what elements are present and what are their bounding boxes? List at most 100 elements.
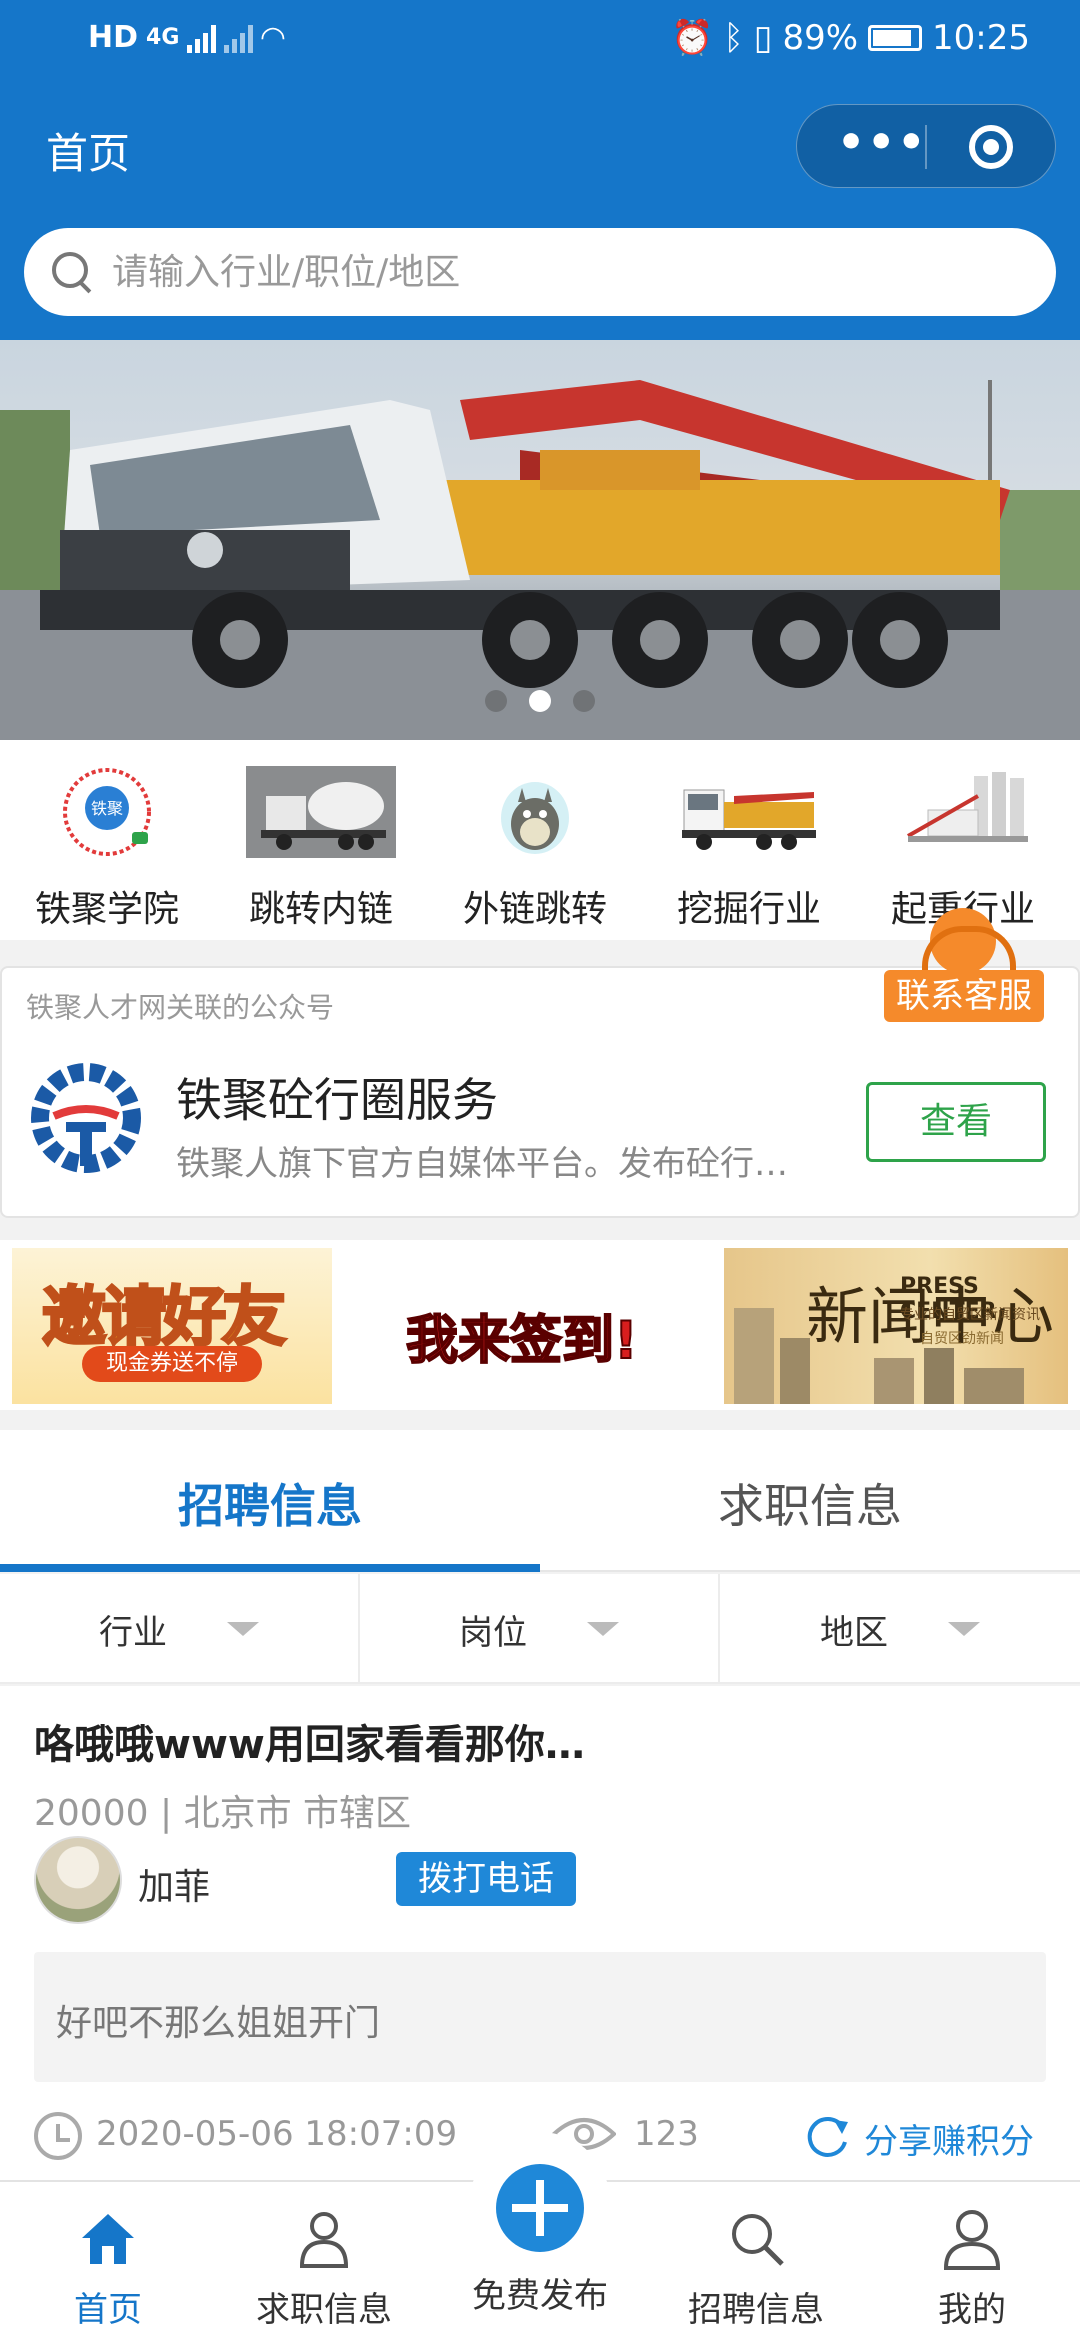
checkin-banner[interactable]: 我来签到! (350, 1248, 710, 1404)
caret-down-icon (227, 1622, 259, 1636)
content-tabs: 招聘信息 求职信息 (0, 1430, 1080, 1572)
filter-label: 地区 (820, 1612, 888, 1653)
page: HD 4G ◠ ⏰ ᛒ ▯ 89% 10:25 首页 ••• 请输入行业/职位/… (0, 0, 1080, 2340)
page-title: 首页 (46, 129, 131, 178)
search-doc-icon (724, 2206, 788, 2270)
filter-position[interactable]: 岗位 (360, 1574, 720, 1684)
search-area (0, 214, 1080, 340)
tabbar-job-seeking[interactable]: 求职信息 (216, 2206, 432, 2331)
mixer-truck-image (246, 766, 396, 858)
avatar (34, 1836, 122, 1924)
home-icon (76, 2206, 140, 2270)
clock-time: 10:25 (932, 18, 1030, 58)
target-circle-icon[interactable] (969, 125, 1013, 169)
battery-icon (868, 25, 923, 51)
tab-recruitment[interactable]: 招聘信息 (0, 1470, 540, 1536)
carousel-dot-active[interactable] (529, 690, 551, 712)
poster-name: 加菲 (138, 1867, 211, 1908)
promo-row: 邀请好友 现金券送不停 我来签到! 新闻中心 PRESS CENTER 专业的自… (0, 1240, 1080, 1410)
filter-bar: 行业 岗位 地区 (0, 1574, 1080, 1684)
more-dots-icon[interactable]: ••• (837, 121, 927, 165)
filter-region[interactable]: 地区 (720, 1574, 1080, 1684)
filter-label: 岗位 (459, 1612, 527, 1653)
vibrate-icon: ▯ (753, 18, 773, 58)
official-account-description: 铁聚人旗下官方自媒体平台。发布砼行… (176, 1144, 788, 1184)
signal-icon (187, 23, 217, 53)
checkin-title: 我来签到! (405, 1310, 639, 1372)
search-icon (52, 252, 92, 292)
tabbar-recruitment[interactable]: 招聘信息 (648, 2206, 864, 2331)
news-center-banner[interactable]: 新闻中心 PRESS CENTER 专业的自贸区新闻资讯 自贸区劲新闻 (724, 1248, 1068, 1404)
plus-icon[interactable] (496, 2164, 584, 2252)
tabbar-label: 我的 (938, 2290, 1006, 2330)
view-button[interactable]: 查看 (866, 1082, 1046, 1162)
job-time: 2020-05-06 18:07:09 (96, 2114, 458, 2154)
news-tag: 自贸区劲新闻 (920, 1331, 1004, 1347)
share-points-link[interactable]: 分享赚积分 (864, 2114, 1034, 2163)
signal-2-icon (224, 23, 254, 53)
tabbar-label: 招聘信息 (688, 2290, 824, 2330)
official-account-subtitle: 铁聚人才网关联的公众号 (26, 991, 335, 1024)
tabbar-label: 求职信息 (256, 2290, 392, 2330)
search-input[interactable] (112, 251, 1012, 293)
user-icon (940, 2206, 1004, 2270)
category-label: 跳转内链 (248, 889, 393, 930)
banner-carousel[interactable] (0, 340, 1080, 740)
share-icon[interactable] (802, 2112, 852, 2162)
caret-down-icon (948, 1622, 980, 1636)
tabbar-label: 免费发布 (472, 2276, 608, 2316)
svg-text:铁聚: 铁聚 (91, 799, 123, 818)
capsule-divider (925, 125, 927, 169)
network-label: 4G (146, 25, 180, 50)
invite-title: 邀请好友 (41, 1280, 288, 1357)
caret-down-icon (587, 1622, 619, 1636)
job-description: 好吧不那么姐姐开门 (34, 1952, 1046, 2082)
meta-divider: | (159, 1793, 184, 1834)
tab-active-indicator (0, 1564, 540, 1572)
category-internal-link[interactable]: 跳转内链 (214, 740, 428, 940)
nav-bar: 首页 ••• (0, 82, 1080, 214)
call-button[interactable]: 拨打电话 (396, 1852, 576, 1906)
official-account-logo (24, 1056, 148, 1180)
category-label: 外链跳转 (462, 889, 607, 930)
person-icon (292, 2206, 356, 2270)
job-listing-card[interactable]: 咯哦哦www用回家看看那你… 20000 | 北京市 市辖区 加菲 拨打电话 好… (0, 1686, 1080, 2180)
hd-icon: HD (88, 20, 139, 55)
news-small-text: 专业的自贸区新闻资讯 (900, 1307, 1040, 1323)
tabbar-publish[interactable]: 免费发布 (432, 2268, 648, 2317)
job-location: 北京市 市辖区 (183, 1793, 412, 1834)
category-academy[interactable]: 铁聚 铁聚学院 (0, 740, 214, 940)
silo-plant-image (888, 766, 1038, 858)
truck-illustration (0, 380, 1080, 740)
carousel-dot[interactable] (573, 690, 595, 712)
clock-icon (34, 2112, 82, 2160)
academy-logo: 铁聚 (32, 766, 182, 858)
headset-agent-icon (922, 908, 1016, 974)
tab-job-seeking[interactable]: 求职信息 (540, 1470, 1080, 1536)
job-meta: 20000 | 北京市 市辖区 (34, 1784, 411, 1836)
tabbar-label: 首页 (74, 2290, 142, 2330)
customer-service-button[interactable]: 联系客服 (884, 908, 1044, 1028)
status-right: ⏰ ᛒ ▯ 89% 10:25 (671, 18, 1030, 58)
tabbar-home[interactable]: 首页 (0, 2206, 216, 2331)
official-account-name: 铁聚砼行圈服务 (176, 1073, 498, 1127)
alarm-icon: ⏰ (670, 18, 714, 58)
view-count: 123 (634, 2114, 699, 2154)
invite-friends-banner[interactable]: 邀请好友 现金券送不停 (12, 1248, 332, 1404)
status-left: HD 4G ◠ (88, 20, 284, 55)
category-excavation[interactable]: 挖掘行业 (642, 740, 856, 940)
category-external-link[interactable]: 外链跳转 (428, 740, 642, 940)
category-label: 挖掘行业 (676, 889, 821, 930)
carousel-dots (0, 690, 1080, 712)
mini-program-capsule: ••• (796, 104, 1056, 188)
tabbar-mine[interactable]: 我的 (864, 2206, 1080, 2331)
totoro-image (460, 766, 610, 858)
job-salary: 20000 (34, 1793, 149, 1834)
search-box[interactable] (24, 228, 1056, 316)
battery-percent: 89% (782, 18, 859, 58)
filter-industry[interactable]: 行业 (0, 1574, 360, 1684)
carousel-dot[interactable] (485, 690, 507, 712)
job-title: 咯哦哦www用回家看看那你… (34, 1722, 585, 1768)
invite-subtitle: 现金券送不停 (82, 1346, 262, 1382)
customer-service-label: 联系客服 (884, 970, 1044, 1022)
